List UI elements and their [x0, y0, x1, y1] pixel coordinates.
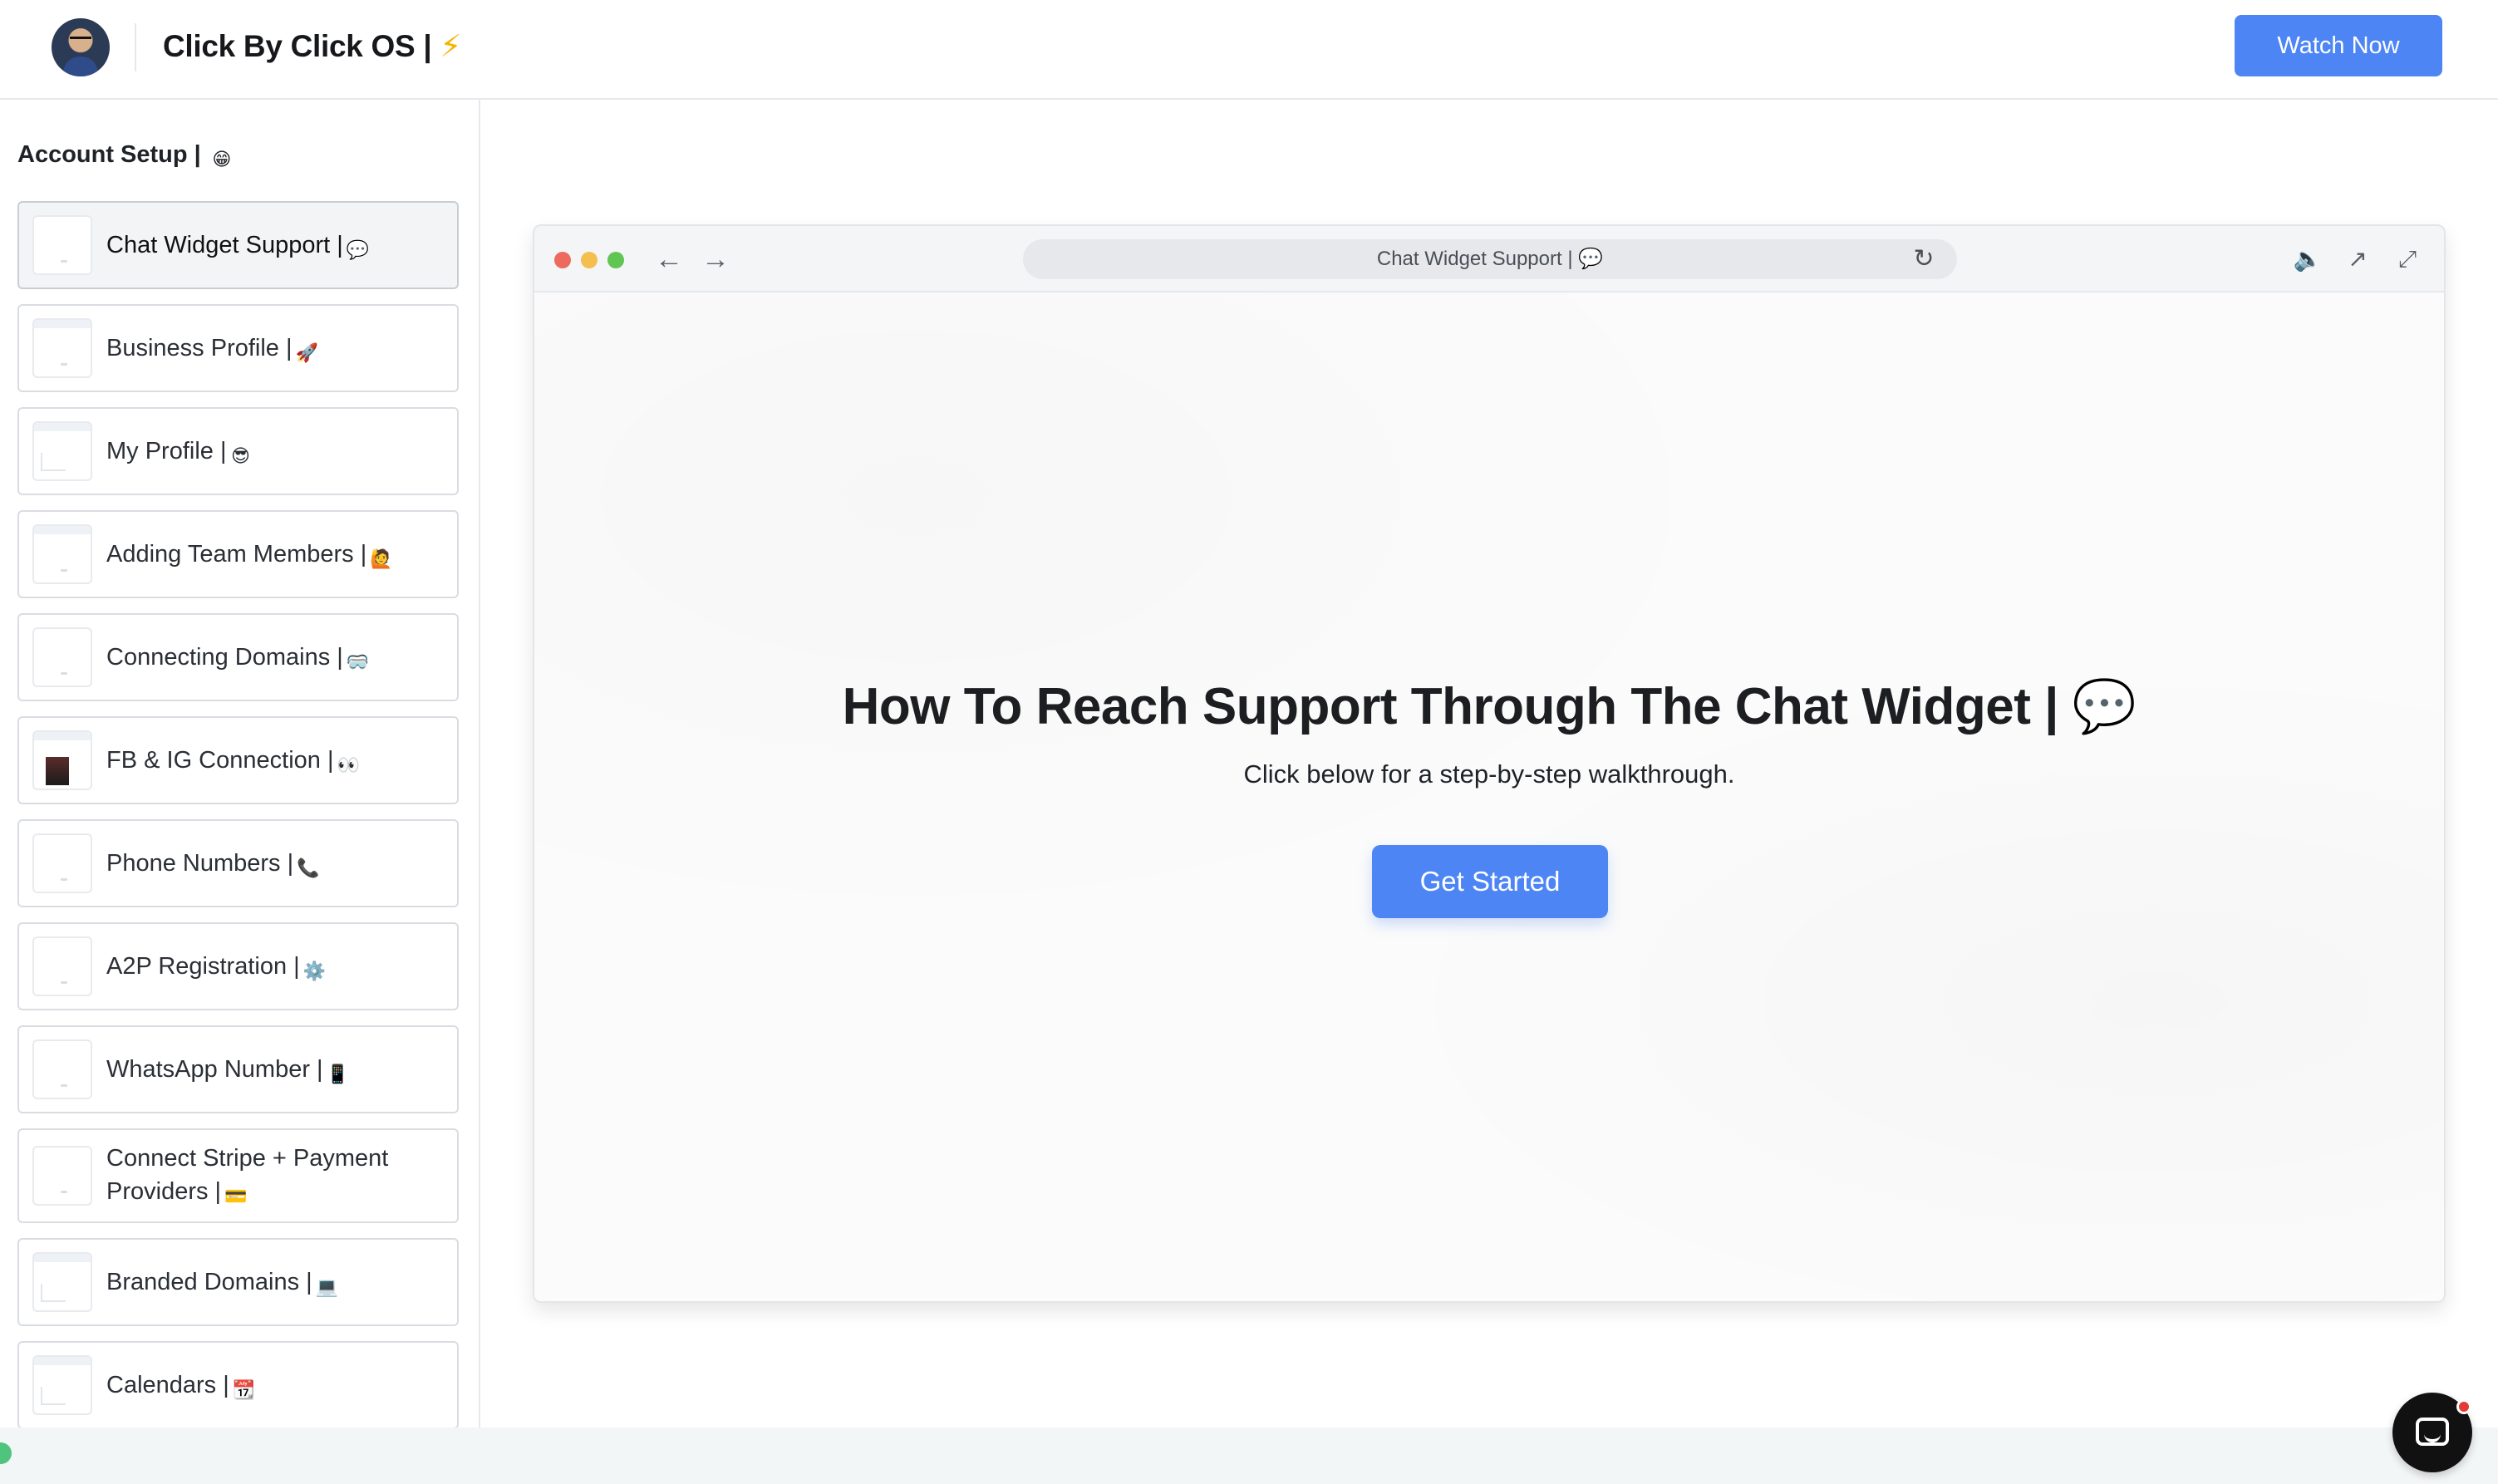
close-dot-icon [554, 252, 571, 268]
sidebar-item-label: Business Profile | 🚀 [106, 335, 318, 363]
arrow-right-icon[interactable]: → [699, 243, 732, 276]
notification-badge [2456, 1399, 2471, 1414]
thumbnail-image [32, 833, 92, 893]
sunglasses-face-icon: 😎 [231, 445, 250, 466]
sidebar-item-business-profile[interactable]: Business Profile | 🚀 [17, 304, 459, 392]
thumbnail-image [32, 1146, 92, 1206]
watch-now-button[interactable]: Watch Now [2235, 15, 2442, 76]
sidebar: Account Setup | 😁 Chat Widget Support | 💬… [0, 100, 480, 1429]
gear-icon: ⚙️ [302, 961, 327, 981]
bottom-strip [0, 1427, 2498, 1484]
page-headline: How To Reach Support Through The Chat Wi… [842, 678, 2137, 735]
thumbnail-image [32, 215, 92, 275]
calendar-icon: 📆 [232, 1379, 256, 1400]
sidebar-item-label: Calendars | 📆 [106, 1372, 256, 1400]
thumbnail-image [32, 421, 92, 481]
sidebar-item-label: FB & IG Connection | 👀 [106, 747, 360, 775]
get-started-button[interactable]: Get Started [1372, 845, 1608, 918]
sidebar-item-calendars[interactable]: Calendars | 📆 [17, 1341, 459, 1429]
page-subhead: Click below for a step-by-step walkthrou… [1243, 759, 1735, 789]
sidebar-item-a2p-registration[interactable]: A2P Registration | ⚙️ [17, 922, 459, 1010]
raising-hand-icon: 🙋 [370, 548, 393, 569]
sidebar-item-label: Connecting Domains | 🥽 [106, 644, 370, 672]
arrow-left-icon[interactable]: ← [652, 243, 686, 276]
laptop-icon: 💻 [315, 1276, 339, 1297]
sidebar-item-chat-widget-support[interactable]: Chat Widget Support | 💬 [17, 201, 459, 289]
sidebar-item-whatsapp-number[interactable]: WhatsApp Number | 📱 [17, 1025, 459, 1113]
top-header: Click By Click OS | ⚡ Watch Now [0, 0, 2498, 100]
external-link-icon[interactable]: ↗ [2341, 243, 2374, 276]
goggles-icon: 🥽 [346, 651, 370, 672]
url-text: Chat Widget Support | 💬 [1376, 248, 1604, 270]
telephone-icon: 📞 [297, 857, 320, 878]
browser-frame: ← → Chat Widget Support | 💬 ↻ 🔈 ↗ ⤢ How … [533, 224, 2446, 1303]
thumbnail-image [32, 627, 92, 687]
section-title-text: Account Setup | [17, 141, 201, 168]
sidebar-item-label: Chat Widget Support | 💬 [106, 232, 370, 260]
speaker-icon[interactable]: 🔈 [2291, 243, 2324, 276]
eyes-icon: 👀 [337, 754, 360, 775]
speech-bubble-icon: 💬 [1578, 248, 1604, 270]
sidebar-item-phone-numbers[interactable]: Phone Numbers | 📞 [17, 819, 459, 907]
maximize-dot-icon [607, 252, 624, 268]
expand-icon[interactable]: ⤢ [2391, 243, 2424, 276]
thumbnail-image [32, 1252, 92, 1312]
sidebar-item-connect-stripe[interactable]: Connect Stripe + Payment Providers | 💳 [17, 1128, 459, 1223]
thumbnail-image [32, 318, 92, 378]
thumbnail-image [32, 524, 92, 584]
thumbnail-image [32, 1355, 92, 1415]
credit-card-icon: 💳 [224, 1186, 248, 1206]
sidebar-section-title: Account Setup | 😁 [17, 141, 233, 170]
app-title: Click By Click OS | ⚡ [163, 28, 461, 64]
chat-icon [2416, 1418, 2449, 1446]
speech-bubble-icon: 💬 [2072, 678, 2137, 735]
sidebar-item-label: My Profile | 😎 [106, 438, 250, 466]
sidebar-item-label: Phone Numbers | 📞 [106, 850, 320, 878]
sidebar-item-label-line2: Providers | 💳 [106, 1178, 248, 1206]
reload-icon[interactable]: ↻ [1909, 244, 1939, 274]
sidebar-item-label: WhatsApp Number | 📱 [106, 1056, 349, 1084]
sidebar-item-connecting-domains[interactable]: Connecting Domains | 🥽 [17, 613, 459, 701]
speech-bubble-icon: 💬 [346, 239, 370, 260]
browser-content: How To Reach Support Through The Chat Wi… [534, 294, 2444, 1301]
lightning-icon: ⚡ [440, 29, 462, 63]
sidebar-item-adding-team-members[interactable]: Adding Team Members | 🙋 [17, 510, 459, 598]
thumbnail-image [32, 730, 92, 790]
sidebar-item-branded-domains[interactable]: Branded Domains | 💻 [17, 1238, 459, 1326]
header-divider [135, 23, 136, 71]
thumbnail-image [32, 1039, 92, 1099]
rocket-icon: 🚀 [295, 342, 318, 363]
app-title-text: Click By Click OS | [163, 29, 432, 63]
sidebar-item-label: Connect Stripe + Payment [106, 1145, 389, 1172]
mobile-phone-icon: 📱 [326, 1064, 349, 1084]
avatar[interactable] [52, 18, 110, 76]
sidebar-item-label: A2P Registration | ⚙️ [106, 953, 327, 981]
sidebar-item-fb-ig-connection[interactable]: FB & IG Connection | 👀 [17, 716, 459, 804]
sidebar-item-label: Branded Domains | 💻 [106, 1269, 339, 1297]
sidebar-item-my-profile[interactable]: My Profile | 😎 [17, 407, 459, 495]
grin-emoji-icon: 😁 [212, 149, 232, 170]
browser-toolbar: ← → Chat Widget Support | 💬 ↻ 🔈 ↗ ⤢ [534, 226, 2444, 292]
sidebar-item-label: Adding Team Members | 🙋 [106, 541, 393, 569]
url-bar[interactable]: Chat Widget Support | 💬 ↻ [1023, 239, 1957, 279]
thumbnail-image [32, 936, 92, 996]
minimize-dot-icon [581, 252, 597, 268]
